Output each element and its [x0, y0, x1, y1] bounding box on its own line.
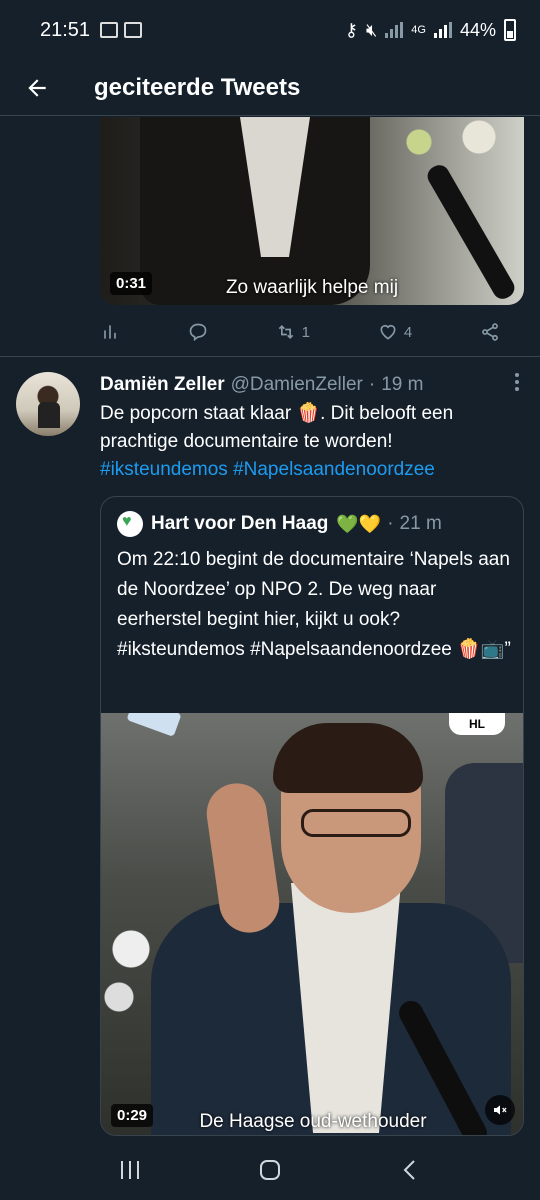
- reply-button[interactable]: [188, 322, 208, 342]
- hl-badge: HL: [449, 713, 505, 735]
- video-subtitle: Zo waarlijk helpe mij: [225, 277, 399, 298]
- retweet-button[interactable]: 1: [276, 322, 310, 342]
- author-name[interactable]: Damiën Zeller: [100, 374, 225, 396]
- separator-dot: ·: [368, 374, 376, 395]
- status-bar: 21:51 ⚷ 🔇︎ 4G 44%: [0, 0, 540, 60]
- quoted-time: 21 m: [399, 513, 442, 534]
- system-nav-bar: [0, 1140, 540, 1200]
- app-header: geciteerde Tweets: [0, 60, 540, 116]
- more-options-button[interactable]: [514, 372, 520, 398]
- key-icon: ⚷: [344, 19, 358, 40]
- home-icon: [260, 1160, 280, 1180]
- reply-icon: [189, 323, 207, 342]
- volume-mute-icon: [494, 1105, 507, 1115]
- quoted-author-name: Hart voor Den Haag: [151, 513, 329, 534]
- recent-apps-icon: [121, 1161, 139, 1179]
- calendar-icon: [124, 22, 143, 38]
- heart-emojis: 💚💛: [336, 513, 382, 534]
- quoted-header: Hart voor Den Haag 💚💛 · 21 m: [117, 511, 442, 537]
- recent-apps-button[interactable]: [100, 1150, 160, 1190]
- arrow-left-icon: [28, 78, 46, 97]
- analytics-button[interactable]: [100, 322, 120, 342]
- battery-percent: 44%: [459, 19, 496, 40]
- hashtag-link[interactable]: #iksteundemos: [100, 459, 228, 480]
- home-button[interactable]: [240, 1150, 300, 1190]
- tweet2-header: Damiën Zeller @DamienZeller · 19 m: [100, 372, 520, 398]
- like-button[interactable]: 4: [378, 322, 412, 342]
- tweet-divider: [0, 356, 540, 357]
- mute-button[interactable]: [485, 1095, 515, 1125]
- video-duration: 0:29: [111, 1104, 154, 1127]
- quoted-text: Om 22:10 begint de documentaire ‘Napels …: [117, 549, 511, 660]
- video-duration: 0:31: [110, 272, 153, 295]
- signal-icon: [433, 22, 452, 38]
- network-type: 4G: [411, 23, 426, 36]
- status-time: 21:51: [40, 18, 91, 41]
- share-button[interactable]: [480, 322, 500, 342]
- chevron-left-icon: [403, 1160, 415, 1180]
- mute-icon: 🔇︎: [365, 19, 378, 40]
- page-title: geciteerde Tweets: [94, 73, 301, 101]
- quoted-avatar: [117, 511, 143, 537]
- retweet-count: 1: [301, 323, 310, 341]
- share-icon: [482, 323, 498, 341]
- quoted-tweet[interactable]: Hart voor Den Haag 💚💛 · 21 m Om 22:10 be…: [100, 496, 524, 1136]
- nav-back-button[interactable]: [380, 1150, 440, 1190]
- like-count: 4: [403, 323, 413, 341]
- separator-dot: ·: [387, 513, 394, 534]
- tweet1-video[interactable]: Zo waarlijk helpe mij 0:31: [100, 117, 524, 305]
- back-button[interactable]: [0, 60, 74, 116]
- battery-icon: [504, 19, 516, 41]
- tweet-body: De popcorn staat klaar 🍿. Dit belooft ee…: [100, 403, 454, 452]
- author-handle[interactable]: @DamienZeller: [231, 374, 363, 396]
- retweet-icon: [278, 324, 293, 340]
- heart-icon: [380, 324, 396, 340]
- avatar[interactable]: [16, 372, 80, 436]
- hashtag-link[interactable]: #Napelsaandenoordzee: [233, 459, 435, 480]
- video-subtitle: De Haagse oud-wethouder: [199, 1111, 427, 1132]
- quoted-video[interactable]: HL De Haagse oud-wethouder 0:29: [101, 713, 523, 1135]
- wifi-icon: [385, 22, 404, 38]
- tweet-time: 19 m: [381, 374, 424, 395]
- more-vertical-icon: [515, 373, 519, 391]
- image-icon: [100, 22, 119, 38]
- tweet1-actions: 1 4: [100, 318, 500, 346]
- analytics-icon: [104, 325, 116, 339]
- tweet-text: De popcorn staat klaar 🍿. Dit belooft ee…: [100, 400, 520, 484]
